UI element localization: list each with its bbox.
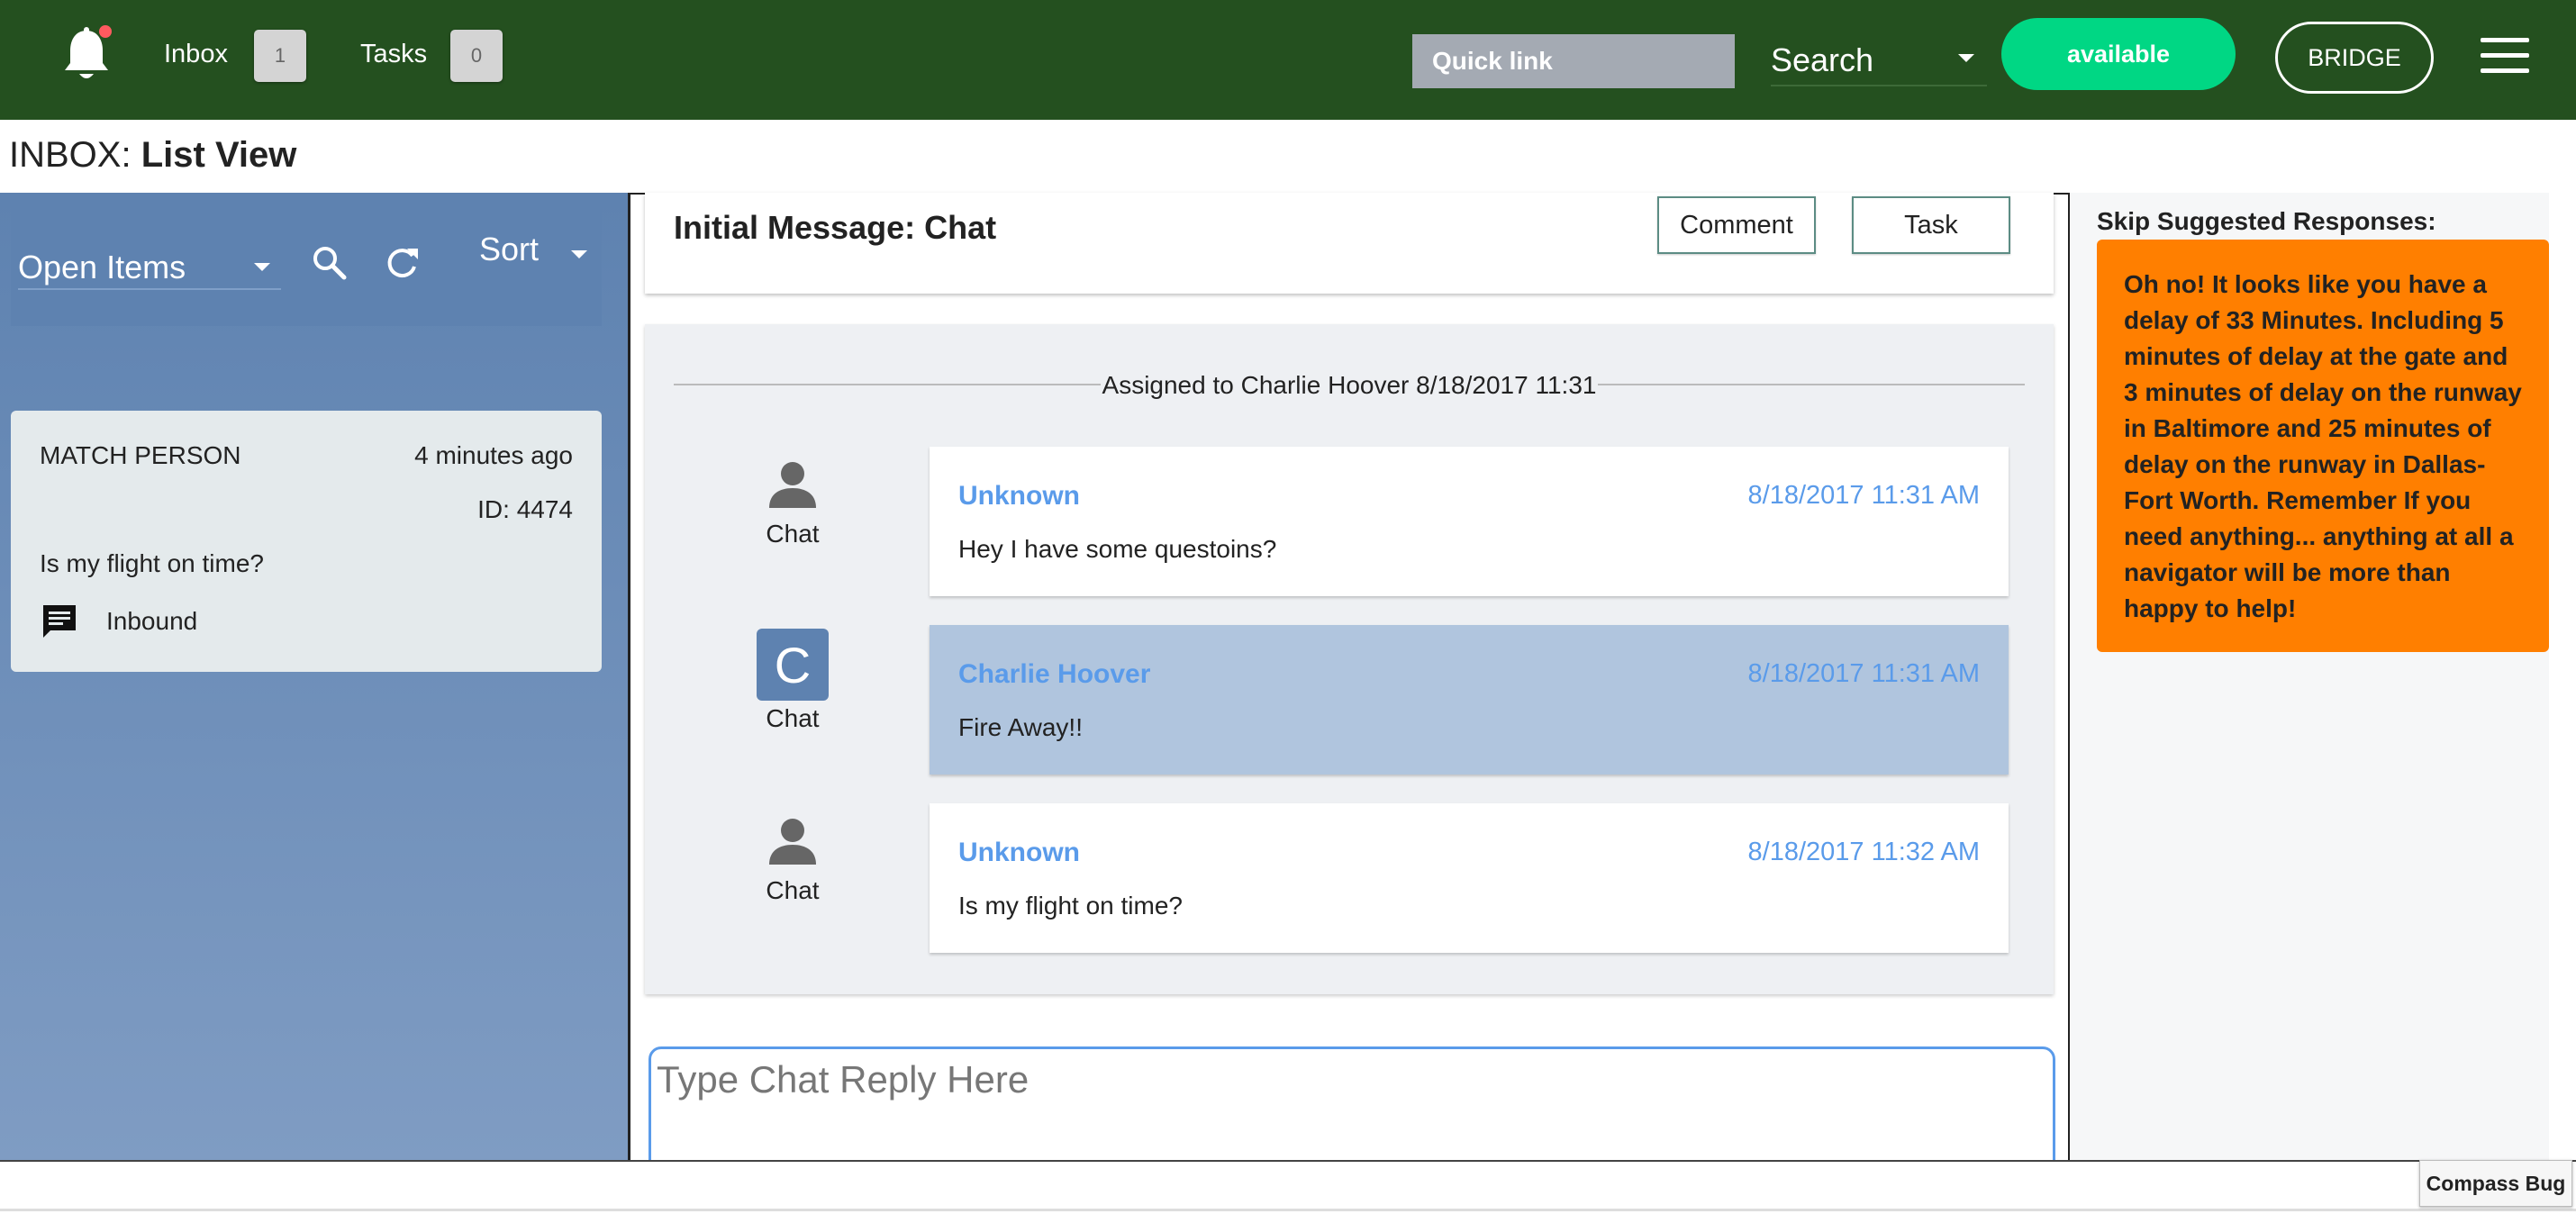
tasks-nav-label[interactable]: Tasks — [360, 40, 427, 69]
sort-button[interactable]: Sort — [479, 231, 539, 268]
chevron-down-icon[interactable] — [571, 250, 587, 258]
agent-letter-avatar: C — [757, 629, 829, 701]
page-title: INBOX: List View — [9, 135, 296, 176]
availability-status-button[interactable]: available — [2001, 18, 2236, 90]
filter-select-label: Open Items — [18, 249, 186, 285]
inbox-count-badge[interactable]: 1 — [254, 30, 306, 82]
inbox-nav-label[interactable]: Inbox — [164, 40, 228, 69]
message-bubble: Unknown 8/18/2017 11:31 AM Hey I have so… — [930, 447, 2009, 596]
item-preview: Is my flight on time? — [40, 549, 264, 577]
search-select[interactable]: Search — [1771, 34, 1987, 86]
chevron-down-icon — [254, 263, 270, 271]
message-sender: Charlie Hoover — [958, 659, 1151, 689]
message-body: Hey I have some questoins? — [958, 535, 1277, 563]
footer-bar — [0, 1160, 2576, 1214]
message-bubble: Unknown 8/18/2017 11:32 AM Is my flight … — [930, 803, 2009, 953]
message-avatar: Chat — [749, 458, 836, 548]
search-select-label: Search — [1771, 41, 1874, 78]
skip-suggested-responses-link[interactable]: Skip Suggested Responses: — [2097, 207, 2436, 236]
inbox-item-card[interactable]: MATCH PERSON 4 minutes ago ID: 4474 Is m… — [11, 411, 602, 672]
message-timestamp: 8/18/2017 11:31 AM — [1747, 481, 1980, 510]
initial-message-title: Initial Message: Chat — [674, 209, 997, 246]
item-id: ID: 4474 — [477, 495, 573, 523]
page-title-view: List View — [141, 135, 297, 175]
task-button[interactable]: Task — [1852, 196, 2010, 254]
message-bubble: Charlie Hoover 8/18/2017 11:31 AM Fire A… — [930, 625, 2009, 775]
hamburger-menu-icon[interactable] — [2481, 38, 2529, 74]
message-avatar: Chat — [749, 814, 836, 905]
initial-message-header: Initial Message: Chat Comment Task — [645, 193, 2054, 294]
conversation-thread: Assigned to Charlie Hoover 8/18/2017 11:… — [645, 324, 2054, 994]
bridge-button[interactable]: BRIDGE — [2275, 22, 2434, 94]
item-time: 4 minutes ago — [414, 441, 573, 469]
message-body: Fire Away!! — [958, 713, 1083, 741]
comment-button[interactable]: Comment — [1657, 196, 1816, 254]
item-name: MATCH PERSON — [40, 441, 241, 469]
inbox-list-panel: Open Items Sort MATCH PERSON 4 minutes a… — [0, 193, 629, 1160]
message-sender: Unknown — [958, 481, 1080, 511]
tasks-count-badge[interactable]: 0 — [450, 30, 503, 82]
page-title-prefix: INBOX: — [9, 135, 132, 175]
person-icon — [769, 462, 816, 508]
avatar-channel-label: Chat — [766, 704, 820, 732]
chat-message-icon — [43, 605, 76, 638]
avatar-channel-label: Chat — [766, 876, 820, 904]
message-body: Is my flight on time? — [958, 892, 1183, 920]
compass-bug-button[interactable]: Compass Bug — [2419, 1160, 2572, 1207]
suggested-responses-panel: Skip Suggested Responses: Oh no! It look… — [2070, 193, 2549, 1160]
refresh-icon[interactable] — [382, 243, 422, 283]
quick-link-input[interactable] — [1412, 34, 1735, 88]
message-avatar: C Chat — [749, 629, 836, 733]
assignment-note: Assigned to Charlie Hoover 8/18/2017 11:… — [645, 371, 2054, 400]
avatar-channel-label: Chat — [766, 520, 820, 548]
chat-reply-input[interactable] — [649, 1046, 2055, 1173]
person-icon — [769, 819, 816, 865]
suggested-response-card[interactable]: Oh no! It looks like you have a delay of… — [2097, 240, 2549, 652]
chevron-down-icon — [1958, 54, 1974, 62]
top-navigation-bar: Inbox 1 Tasks 0 Search available BRIDGE — [0, 0, 2576, 120]
list-toolbar: Open Items Sort — [11, 193, 602, 326]
message-sender: Unknown — [958, 838, 1080, 867]
divider — [0, 1209, 2576, 1211]
message-timestamp: 8/18/2017 11:32 AM — [1747, 838, 1980, 866]
filter-select[interactable]: Open Items — [18, 240, 281, 290]
message-timestamp: 8/18/2017 11:31 AM — [1747, 659, 1980, 688]
search-icon[interactable] — [310, 243, 349, 283]
assignment-text: Assigned to Charlie Hoover 8/18/2017 11:… — [1100, 371, 1599, 399]
panel-divider — [628, 193, 630, 1160]
item-direction: Inbound — [106, 607, 198, 635]
notification-dot — [97, 23, 113, 40]
